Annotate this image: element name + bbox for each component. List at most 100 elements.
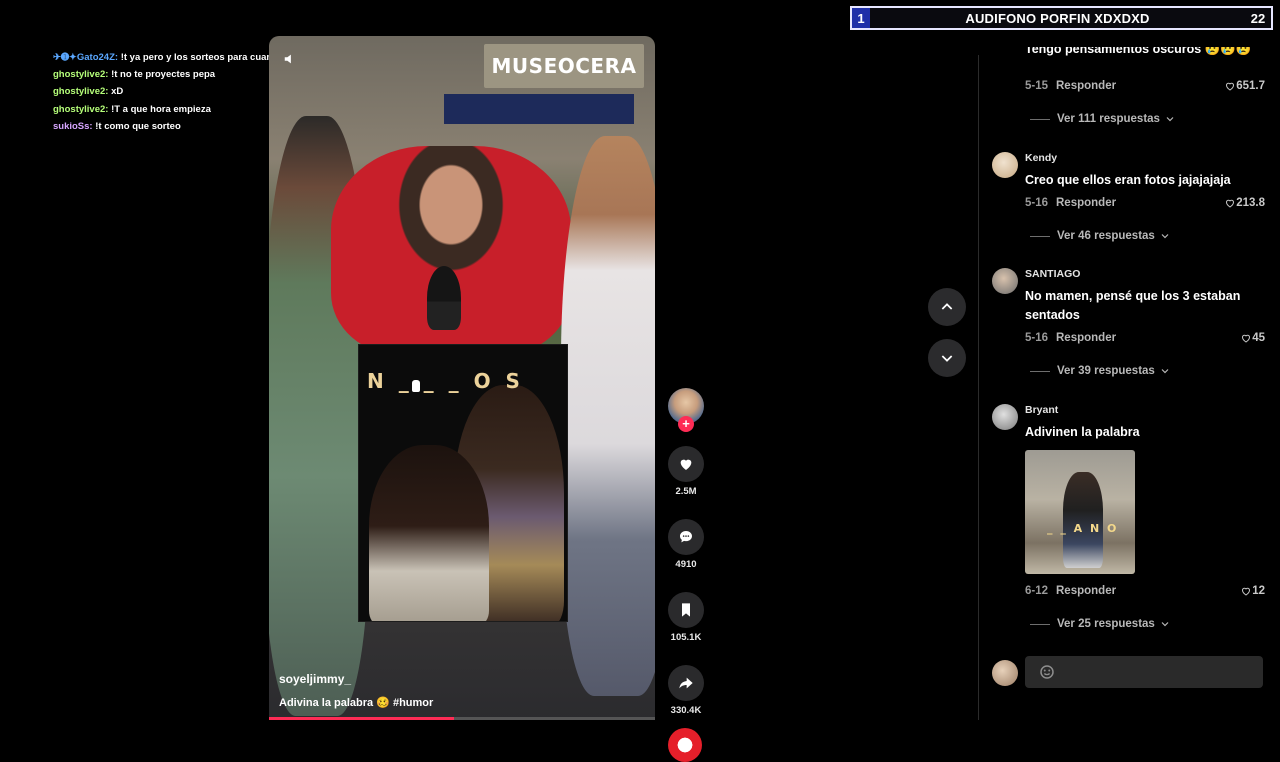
next-video-button[interactable] — [928, 339, 966, 377]
comment-like[interactable]: 45 — [1240, 332, 1265, 344]
thumb-figure — [1063, 472, 1103, 568]
comment-avatar[interactable] — [992, 404, 1018, 430]
chat-text: !t ya pero y los sorteos para cuando? — [120, 52, 290, 63]
comment-text: No mamen, pensé que los 3 estaban sentad… — [1025, 289, 1241, 322]
previous-video-button[interactable] — [928, 288, 966, 326]
emoji-icon[interactable] — [1038, 663, 1056, 681]
banner-title: AUDIFONO PORFIN XDXDXD — [965, 10, 1150, 26]
top-banner: 1 AUDIFONO PORFIN XDXDXD 22 — [850, 6, 1273, 30]
comment-like-count: 12 — [1252, 585, 1265, 597]
comment-avatar[interactable] — [992, 152, 1018, 178]
video-player[interactable]: MUSEOCERA N _ _ _ O S soyeljimmy_ Adivin… — [269, 36, 655, 720]
follow-button[interactable]: + — [678, 416, 694, 432]
chevron-down-icon — [1161, 622, 1169, 627]
comment-date: 6-12 — [1025, 585, 1049, 597]
person-right — [561, 136, 655, 696]
comment-author[interactable]: SANTIAGO — [1025, 268, 1265, 280]
author-avatar[interactable]: + — [668, 388, 704, 432]
reply-button[interactable]: Responder — [1056, 80, 1116, 92]
share-count: 330.4K — [670, 705, 702, 716]
current-user-avatar — [992, 660, 1018, 686]
comment-text: Creo que ellos eran fotos jajajajaja — [1025, 173, 1231, 187]
banner-count: 22 — [1250, 10, 1266, 26]
chat-user: ghostylive2: — [53, 103, 109, 115]
heart-outline-icon — [1242, 334, 1251, 343]
video-caption: Adivina la palabra 🥴 #humor — [279, 697, 434, 709]
save-action: 105.1K — [668, 592, 704, 643]
view-replies[interactable]: Ver 111 respuestas — [1030, 113, 1176, 125]
comment-like[interactable]: 651.7 — [1224, 80, 1265, 92]
heart-outline-icon — [1226, 199, 1235, 208]
chat-text: xD — [111, 86, 124, 98]
heart-outline-icon — [1242, 587, 1251, 596]
reply-button[interactable]: Responder — [1056, 332, 1116, 344]
guess-word: N _ _ _ O S — [367, 369, 524, 393]
chevron-up-icon — [941, 303, 953, 310]
speaker-muted-icon[interactable] — [283, 52, 297, 66]
mouse-cursor — [412, 380, 420, 392]
store-sign: MUSEOCERA — [484, 44, 644, 88]
bookmark-icon — [682, 603, 690, 617]
chevron-down-icon — [1166, 117, 1174, 122]
comment-author[interactable]: Bryant — [1025, 404, 1265, 416]
comment-meta: 5-16 Responder 213.8 — [1025, 197, 1265, 209]
store-banner — [444, 94, 634, 124]
save-button[interactable] — [668, 592, 704, 628]
chat-message: ghostylive2: !T a que hora empieza — [53, 101, 303, 118]
comment-avatar[interactable] — [992, 268, 1018, 294]
comment-text: Adivinen la palabra — [1025, 425, 1140, 439]
comment-like-count: 213.8 — [1236, 197, 1265, 209]
music-disc[interactable] — [668, 728, 702, 762]
comments-panel[interactable]: Tengo pensamientos oscuros 😢😢😢 5-15 Resp… — [978, 47, 1280, 720]
comment-like-count: 45 — [1252, 332, 1265, 344]
chat-user: sukioSs: — [53, 120, 93, 132]
chat-user: ghostylive2: — [53, 86, 109, 98]
save-count: 105.1K — [670, 632, 702, 643]
comment-input[interactable] — [1025, 656, 1263, 688]
view-replies[interactable]: Ver 46 respuestas — [1030, 230, 1171, 242]
view-replies-label: Ver 46 respuestas — [1057, 230, 1155, 242]
comment-author[interactable]: Kendy — [1025, 152, 1265, 164]
reply-button[interactable]: Responder — [1056, 197, 1116, 209]
chat-text: !t no te proyectes pepa — [111, 69, 216, 81]
comment-like[interactable]: 213.8 — [1224, 197, 1265, 209]
thumb-word: _ _ A N O — [1047, 522, 1119, 535]
inset-image: N _ _ _ O S — [358, 344, 568, 622]
microphone — [427, 266, 461, 330]
like-count: 2.5M — [675, 486, 697, 497]
chat-overlay: ✈➊✦Gato24Z: !t ya pero y los sorteos par… — [53, 49, 303, 135]
chat-message: ghostylive2: xD — [53, 83, 303, 100]
chevron-down-icon — [1161, 369, 1169, 374]
inset-figure-woman — [369, 445, 489, 621]
comment-date: 5-16 — [1025, 332, 1049, 344]
comment-date: 5-16 — [1025, 197, 1049, 209]
chat-message: sukioSs: !t como que sorteo — [53, 118, 303, 135]
banner-rank: 1 — [852, 8, 870, 28]
chevron-down-icon — [941, 355, 953, 362]
comment-image[interactable]: _ _ A N O — [1025, 450, 1135, 574]
action-bar: + 2.5M 4910 105.1K 330.4K — [668, 388, 704, 762]
share-action: 330.4K — [668, 665, 704, 716]
comment-like[interactable]: 12 — [1240, 585, 1265, 597]
chat-user: ghostylive2: — [53, 69, 109, 81]
chat-user: ✈➊✦Gato24Z: — [53, 52, 119, 63]
heart-outline-icon — [1226, 82, 1235, 91]
chevron-down-icon — [1161, 234, 1169, 239]
share-arrow-icon — [679, 677, 693, 689]
comment-date: 5-15 — [1025, 80, 1049, 92]
comment-button[interactable] — [668, 519, 704, 555]
like-button[interactable] — [668, 446, 704, 482]
comment-meta: 5-16 Responder 45 — [1025, 332, 1265, 344]
view-replies-label: Ver 111 respuestas — [1057, 113, 1160, 125]
comment-like-count: 651.7 — [1236, 80, 1265, 92]
share-button[interactable] — [668, 665, 704, 701]
view-replies[interactable]: Ver 25 respuestas — [1030, 618, 1171, 630]
reply-button[interactable]: Responder — [1056, 585, 1116, 597]
comment-meta: 6-12 Responder 12 — [1025, 585, 1265, 597]
heart-icon — [680, 459, 692, 470]
video-author-handle[interactable]: soyeljimmy_ — [279, 672, 351, 686]
view-replies[interactable]: Ver 39 respuestas — [1030, 365, 1171, 377]
chat-message: ✈➊✦Gato24Z: !t ya pero y los sorteos par… — [53, 49, 303, 66]
chat-text: !T a que hora empieza — [111, 103, 211, 115]
chat-text: !t como que sorteo — [95, 120, 181, 132]
